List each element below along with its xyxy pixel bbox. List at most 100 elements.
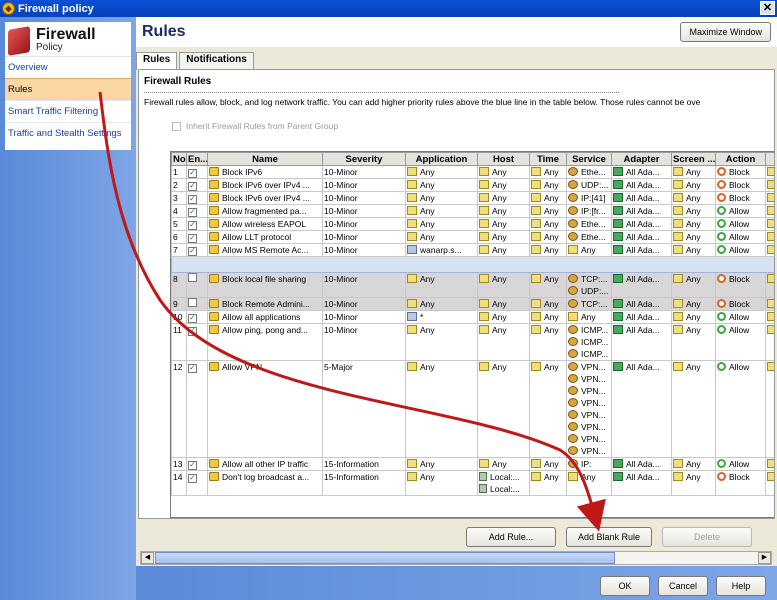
action[interactable]: Block [715, 272, 766, 298]
severity[interactable]: 15-Information [322, 470, 406, 496]
enabled-checkbox[interactable]: ✓ [188, 194, 197, 204]
action[interactable]: Block [715, 191, 766, 205]
severity[interactable]: 10-Minor [322, 297, 406, 311]
column-header[interactable]: Host [477, 152, 530, 166]
adapter[interactable]: All Ada... [611, 204, 672, 218]
time[interactable]: Any [529, 310, 567, 324]
rule-name[interactable]: Block IPv6 over IPv4 ... [207, 191, 323, 205]
table-row[interactable]: 4 ✓ Allow fragmented pa... 10-Minor Any Any An… [171, 204, 774, 218]
time[interactable]: Any [529, 230, 567, 244]
host[interactable]: Any [477, 360, 530, 458]
action[interactable]: Block [715, 470, 766, 496]
time[interactable]: Any [529, 323, 567, 361]
rule-name[interactable]: Allow all other IP traffic [207, 457, 323, 471]
inherit-rules-checkbox[interactable] [172, 121, 181, 131]
action[interactable]: Allow [715, 230, 766, 244]
service[interactable]: IP:[41] [566, 191, 612, 205]
action[interactable]: Allow [715, 217, 766, 231]
table-row[interactable]: 7 ✓ Allow MS Remote Ac... 10-Minor wanarp.s.… [171, 243, 774, 257]
enabled-checkbox[interactable] [188, 273, 197, 282]
table-row[interactable]: 8 Block local file sharing 10-Minor Any Any A… [171, 272, 774, 298]
enabled-cell[interactable]: ✓ [186, 230, 208, 244]
time[interactable]: Any [529, 178, 567, 192]
enabled-cell[interactable]: ✓ [186, 457, 208, 471]
rule-name[interactable]: Don't log broadcast a... [207, 470, 323, 496]
adapter[interactable]: All Ada... [611, 217, 672, 231]
table-row[interactable]: 14 ✓ Don't log broadcast a... 15-Informatio… [171, 470, 774, 496]
application[interactable]: Any [405, 165, 478, 179]
rule-name[interactable]: Allow all applications [207, 310, 323, 324]
service[interactable]: IP:[fr... [566, 204, 612, 218]
column-header[interactable]: No [171, 152, 187, 166]
table-row[interactable]: 13 ✓ Allow all other IP traffic 15-Informat… [171, 457, 774, 471]
host[interactable]: Any [477, 230, 530, 244]
enabled-cell[interactable]: ✓ [186, 243, 208, 257]
application[interactable]: Any [405, 272, 478, 298]
host[interactable]: Any [477, 165, 530, 179]
table-row[interactable]: 5 ✓ Allow wireless EAPOL 10-Minor Any Any Any E… [171, 217, 774, 231]
screen[interactable]: Any [671, 272, 716, 298]
enabled-checkbox[interactable]: ✓ [188, 181, 197, 191]
rule-name[interactable]: Allow wireless EAPOL [207, 217, 323, 231]
application[interactable]: * [405, 310, 478, 324]
add-rule-button[interactable]: Add Rule... [466, 527, 556, 547]
service[interactable]: Any [566, 243, 612, 257]
column-header[interactable]: En... [186, 152, 208, 166]
column-header[interactable]: Action [715, 152, 766, 166]
host[interactable]: Any [477, 191, 530, 205]
enabled-checkbox[interactable]: ✓ [188, 246, 197, 256]
adapter[interactable]: All Ada... [611, 243, 672, 257]
screen[interactable]: Any [671, 204, 716, 218]
service[interactable]: Ethe... [566, 230, 612, 244]
action[interactable]: Allow [715, 204, 766, 218]
rule-name[interactable]: Block IPv6 over IPv4 ... [207, 178, 323, 192]
severity[interactable]: 10-Minor [322, 191, 406, 205]
table-row[interactable]: 3 ✓ Block IPv6 over IPv4 ... 10-Minor Any Any… [171, 191, 774, 205]
enabled-checkbox[interactable]: ✓ [188, 207, 197, 217]
screen[interactable]: Any [671, 165, 716, 179]
action[interactable]: Allow [715, 323, 766, 361]
table-row[interactable]: 6 ✓ Allow LLT protocol 10-Minor Any Any Any Eth… [171, 230, 774, 244]
application[interactable]: Any [405, 191, 478, 205]
action[interactable]: Block [715, 165, 766, 179]
service[interactable]: TCP:... [566, 297, 612, 311]
horizontal-scrollbar[interactable]: ◀ ▶ [140, 551, 772, 565]
delete-button[interactable]: Delete [662, 527, 752, 547]
column-header[interactable]: Severity [322, 152, 406, 166]
enabled-checkbox[interactable]: ✓ [188, 363, 197, 373]
application[interactable]: wanarp.s... [405, 243, 478, 257]
host[interactable]: Any [477, 243, 530, 257]
column-header[interactable]: Application [405, 152, 478, 166]
time[interactable]: Any [529, 297, 567, 311]
enabled-cell[interactable]: ✓ [186, 217, 208, 231]
host[interactable]: Any [477, 297, 530, 311]
cancel-button[interactable]: Cancel [658, 576, 708, 596]
table-row[interactable]: 11 ✓ Allow ping, pong and... 10-Minor Any Any… [171, 323, 774, 361]
table-row[interactable]: 9 Block Remote Admini... 10-Minor Any Any Any… [171, 297, 774, 311]
time[interactable]: Any [529, 470, 567, 496]
add-blank-rule-button[interactable]: Add Blank Rule [566, 527, 652, 547]
action[interactable]: Allow [715, 360, 766, 458]
enabled-checkbox[interactable]: ✓ [188, 233, 197, 243]
table-row[interactable]: 10 ✓ Allow all applications 10-Minor * Any Any… [171, 310, 774, 324]
application[interactable]: Any [405, 204, 478, 218]
time[interactable]: Any [529, 191, 567, 205]
sidebar-item-traffic-and-stealth-settings[interactable]: Traffic and Stealth Settings [5, 122, 131, 144]
tab-notifications[interactable]: Notifications [179, 52, 254, 69]
severity[interactable]: 10-Minor [322, 310, 406, 324]
rule-name[interactable]: Allow VPN [207, 360, 323, 458]
severity[interactable]: 10-Minor [322, 323, 406, 361]
scroll-right-icon[interactable]: ▶ [758, 552, 771, 564]
service[interactable]: ICMP... ICMP... ICMP... [566, 323, 612, 361]
enabled-cell[interactable]: ✓ [186, 323, 208, 361]
service[interactable]: TCP:... UDP:... [566, 272, 612, 298]
screen[interactable]: Any [671, 297, 716, 311]
rule-name[interactable]: Allow LLT protocol [207, 230, 323, 244]
sidebar-item-smart-traffic-filtering[interactable]: Smart Traffic Filtering [5, 100, 131, 122]
severity[interactable]: 10-Minor [322, 178, 406, 192]
severity[interactable]: 5-Major [322, 360, 406, 458]
screen[interactable]: Any [671, 243, 716, 257]
host[interactable]: Any [477, 204, 530, 218]
service[interactable]: UDP:... [566, 178, 612, 192]
column-header[interactable]: Service [566, 152, 612, 166]
